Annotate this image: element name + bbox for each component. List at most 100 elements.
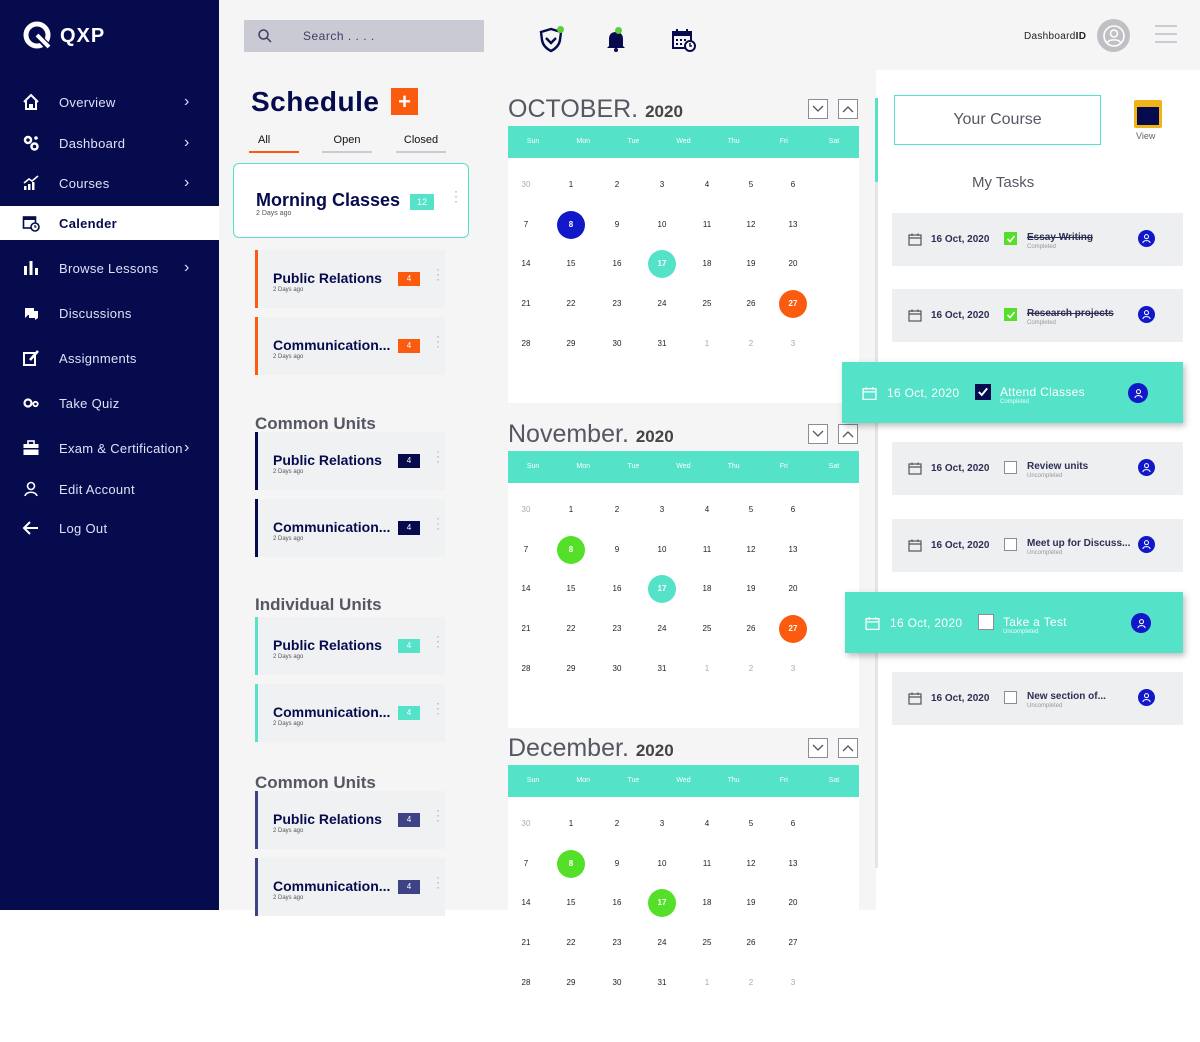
calendar-day[interactable]: 12 [737,536,765,564]
task-card[interactable]: 16 Oct, 2020 Review units Uncompleted [892,442,1183,495]
calendar-day[interactable]: 18 [693,575,721,603]
sidebar-item-calender[interactable]: Calender [0,206,219,240]
calendar-day[interactable]: 10 [648,536,676,564]
month-next-button[interactable] [838,424,858,444]
calendar-button[interactable] [671,27,699,53]
task-card[interactable]: 16 Oct, 2020 Take a Test Uncompleted [845,592,1183,653]
more-options-icon[interactable]: ⋮ [431,875,445,889]
assignee-avatar[interactable] [1138,306,1155,323]
assignee-avatar[interactable] [1138,536,1155,553]
calendar-day[interactable]: 19 [737,250,765,278]
calendar-day[interactable]: 8 [557,211,585,239]
more-options-icon[interactable]: ⋮ [431,449,445,463]
calendar-day[interactable]: 2 [737,969,765,997]
schedule-item[interactable]: Public Relations 2 Days ago 4 ⋮ [255,432,445,490]
schedule-item[interactable]: Public Relations 2 Days ago 4 ⋮ [255,250,445,308]
task-checkbox[interactable] [1004,691,1017,704]
month-prev-button[interactable] [808,424,828,444]
month-next-button[interactable] [838,738,858,758]
search-input[interactable] [303,29,463,43]
task-card[interactable]: 16 Oct, 2020 Meet up for Discuss... Uncomp… [892,519,1183,572]
sidebar-item-edit-account[interactable]: Edit Account [0,469,219,509]
more-options-icon[interactable]: ⋮ [431,634,445,648]
calendar-day[interactable]: 2 [603,810,631,838]
calendar-day[interactable]: 20 [779,250,807,278]
task-checkbox[interactable] [1004,538,1017,551]
calendar-day[interactable]: 4 [693,810,721,838]
calendar-day[interactable]: 2 [603,171,631,199]
calendar-day[interactable]: 23 [603,615,631,643]
calendar-day[interactable]: 22 [557,290,585,318]
brand-logo[interactable]: QXP [22,20,105,52]
tab-closed[interactable]: Closed [396,134,446,153]
calendar-day[interactable]: 10 [648,211,676,239]
calendar-day[interactable]: 11 [693,536,721,564]
calendar-day[interactable]: 15 [557,250,585,278]
calendar-day[interactable]: 8 [557,536,585,564]
calendar-day[interactable]: 19 [737,889,765,917]
task-card[interactable]: 16 Oct, 2020 Essay Writing Completed [892,213,1183,266]
month-next-button[interactable] [838,99,858,119]
sidebar-item-discussions[interactable]: Discussions [0,293,219,333]
task-card[interactable]: 16 Oct, 2020 Research projects Completed [892,289,1183,342]
calendar-day[interactable]: 29 [557,969,585,997]
calendar-day[interactable]: 25 [693,615,721,643]
calendar-day[interactable]: 26 [737,929,765,957]
calendar-day[interactable]: 31 [648,655,676,683]
calendar-day[interactable]: 17 [648,575,676,603]
calendar-day[interactable]: 22 [557,929,585,957]
more-options-icon[interactable]: ⋮ [431,808,445,822]
calendar-day[interactable]: 6 [779,171,807,199]
calendar-day[interactable]: 5 [737,810,765,838]
calendar-day[interactable]: 23 [603,290,631,318]
calendar-day[interactable]: 29 [557,655,585,683]
shield-button[interactable] [538,26,566,53]
calendar-day[interactable]: 13 [779,536,807,564]
sidebar-item-exam-certification[interactable]: Exam & Certification › [0,428,219,468]
calendar-day[interactable]: 15 [557,889,585,917]
calendar-day[interactable]: 17 [648,889,676,917]
more-options-icon[interactable]: ⋮ [431,267,445,281]
calendar-day[interactable]: 16 [603,889,631,917]
calendar-day[interactable]: 26 [737,615,765,643]
calendar-day[interactable]: 21 [512,615,540,643]
calendar-day[interactable]: 24 [648,929,676,957]
calendar-day[interactable]: 5 [737,171,765,199]
calendar-day[interactable]: 1 [693,655,721,683]
calendar-day[interactable]: 5 [737,496,765,524]
task-checkbox[interactable] [1004,461,1017,474]
calendar-day[interactable]: 6 [779,810,807,838]
calendar-day[interactable]: 27 [779,615,807,643]
calendar-day[interactable]: 2 [737,655,765,683]
calendar-day[interactable]: 27 [779,290,807,318]
calendar-day[interactable]: 9 [603,850,631,878]
sidebar-item-log-out[interactable]: Log Out [0,508,219,548]
calendar-day[interactable]: 7 [512,850,540,878]
search-box[interactable] [244,20,484,52]
tab-open[interactable]: Open [322,134,372,153]
task-checkbox[interactable] [1004,308,1017,321]
task-checkbox[interactable] [978,614,994,630]
more-options-icon[interactable]: ⋮ [431,516,445,530]
schedule-item[interactable]: Communication... 2 Days ago 4 ⋮ [255,684,445,742]
calendar-day[interactable]: 30 [603,330,631,358]
calendar-day[interactable]: 24 [648,290,676,318]
calendar-day[interactable]: 3 [648,810,676,838]
calendar-day[interactable]: 28 [512,969,540,997]
month-prev-button[interactable] [808,738,828,758]
calendar-day[interactable]: 29 [557,330,585,358]
calendar-day[interactable]: 14 [512,250,540,278]
calendar-day[interactable]: 18 [693,889,721,917]
calendar-day[interactable]: 22 [557,615,585,643]
calendar-day[interactable]: 3 [779,969,807,997]
notifications-button[interactable] [603,27,631,53]
assignee-avatar[interactable] [1128,383,1148,403]
sidebar-item-take-quiz[interactable]: Take Quiz [0,383,219,423]
calendar-day[interactable]: 7 [512,536,540,564]
calendar-day[interactable]: 3 [779,655,807,683]
calendar-day[interactable]: 20 [779,889,807,917]
calendar-day[interactable]: 2 [603,496,631,524]
calendar-day[interactable]: 16 [603,250,631,278]
calendar-day[interactable]: 6 [779,496,807,524]
calendar-day[interactable]: 30 [512,810,540,838]
